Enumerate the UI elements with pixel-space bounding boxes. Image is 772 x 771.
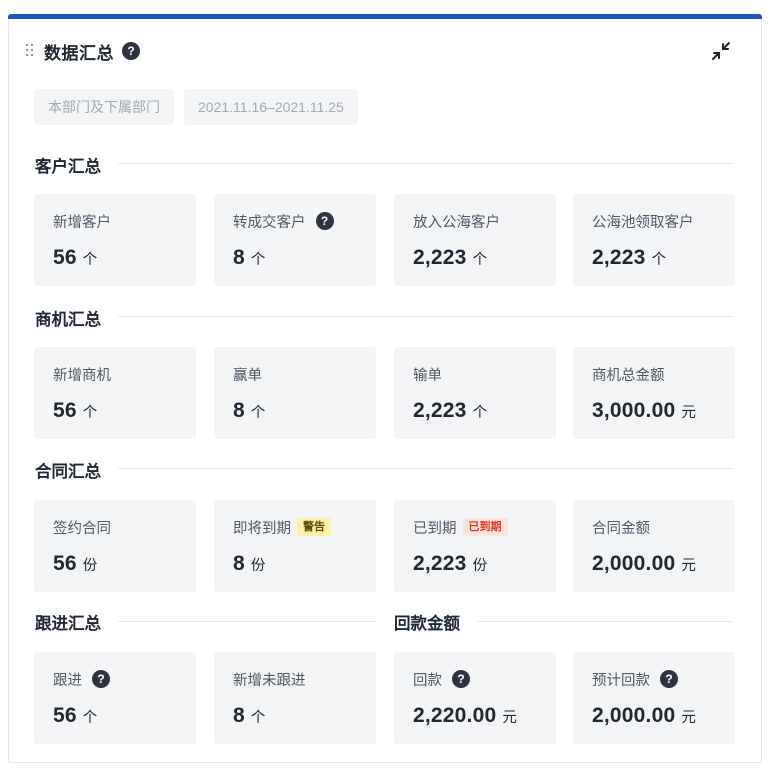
tile-label: 转成交客户 (233, 214, 306, 231)
card-header: 数据汇总 ? (26, 36, 140, 66)
tile-unit: 个 (250, 405, 266, 421)
tile-contract-amount: 合同金额 2,000.00 元 (573, 500, 735, 592)
tile-unit: 份 (472, 558, 488, 574)
tile-claimed-from-pool: 公海池领取客户 2,223 个 (573, 194, 735, 286)
tile-unit: 个 (82, 252, 98, 268)
tile-value: 8 (233, 704, 245, 727)
tile-label: 已到期 (413, 520, 457, 537)
section-divider (118, 621, 376, 622)
help-icon[interactable]: ? (92, 670, 110, 688)
tile-value: 8 (233, 246, 245, 269)
tile-unit: 元 (681, 558, 696, 574)
tile-value: 8 (233, 552, 245, 575)
tile-value: 56 (53, 552, 77, 575)
warning-badge: 警告 (297, 518, 331, 536)
tile-value: 2,223 (413, 246, 467, 269)
tile-label: 新增商机 (53, 367, 111, 384)
help-icon[interactable]: ? (315, 212, 334, 230)
tile-unit: 个 (82, 405, 98, 421)
tile-unit: 个 (651, 252, 667, 268)
tile-unit: 份 (82, 558, 98, 574)
tile-label: 回款 (413, 672, 442, 689)
tile-unit: 个 (472, 405, 488, 421)
tile-converted-customers: 转成交客户? 8个 (214, 194, 376, 286)
section-divider (118, 163, 734, 164)
tile-value: 8 (233, 399, 245, 422)
tile-signed-contracts: 签约合同 56 份 (34, 500, 196, 592)
tile-label: 赢单 (233, 367, 262, 384)
help-icon[interactable]: ? (122, 42, 140, 60)
department-filter[interactable]: 本部门及下属部门 (34, 89, 174, 125)
tile-unit: 元 (681, 710, 696, 726)
tile-value: 2,223 (413, 552, 467, 575)
tile-released-to-pool: 放入公海客户 2,223 个 (394, 194, 556, 286)
tile-value: 56 (53, 704, 77, 727)
date-range-filter[interactable]: 2021.11.16–2021.11.25 (184, 89, 358, 125)
tile-unit: 个 (250, 710, 266, 726)
tile-label: 合同金额 (592, 520, 650, 537)
tile-label: 跟进 (53, 672, 82, 689)
help-icon[interactable]: ? (660, 670, 678, 688)
section-divider (118, 316, 734, 317)
section-title-payment: 回款金额 (394, 615, 460, 633)
tile-new-opportunities: 新增商机 56 个 (34, 347, 196, 439)
tile-value: 56 (53, 399, 77, 422)
tile-expiring-soon: 即将到期 警告 8份 (214, 500, 376, 592)
help-icon[interactable]: ? (452, 670, 470, 688)
card-accent-bar (8, 14, 762, 19)
tile-label: 即将到期 (233, 520, 291, 537)
tile-value: 56 (53, 246, 77, 269)
tile-value: 2,223 (413, 399, 467, 422)
tile-won: 赢单 8个 (214, 347, 376, 439)
tile-label: 输单 (413, 367, 442, 384)
tile-expected-payments: 预计回款? 2,000.00 元 (573, 652, 735, 744)
tile-expired: 已到期 已到期 2,223 份 (394, 500, 556, 592)
tile-label: 签约合同 (53, 520, 111, 537)
tile-lost: 输单 2,223 个 (394, 347, 556, 439)
section-title-customer: 客户汇总 (35, 158, 101, 176)
expired-badge: 已到期 (462, 518, 508, 536)
tile-label: 新增客户 (53, 214, 111, 231)
tile-new-customers: 新增客户 56 个 (34, 194, 196, 286)
tile-new-not-followed: 新增未跟进 8个 (214, 652, 376, 744)
section-title-contract: 合同汇总 (35, 463, 101, 481)
tile-unit: 元 (681, 405, 696, 421)
tile-unit: 个 (472, 252, 488, 268)
tile-unit: 个 (82, 710, 98, 726)
section-divider (118, 468, 734, 469)
tile-payments: 回款? 2,220.00 元 (394, 652, 556, 744)
tile-unit: 份 (250, 558, 266, 574)
tile-value: 2,220.00 (413, 704, 497, 727)
drag-handle-icon[interactable] (26, 44, 36, 58)
tile-value: 2,223 (592, 246, 646, 269)
tile-value: 2,000.00 (592, 552, 676, 575)
tile-unit: 个 (250, 252, 266, 268)
tile-value: 3,000.00 (592, 399, 676, 422)
section-divider (477, 621, 734, 622)
section-title-opportunity: 商机汇总 (35, 311, 101, 329)
filter-bar: 本部门及下属部门 2021.11.16–2021.11.25 (34, 89, 358, 125)
tile-label: 商机总金额 (592, 367, 665, 384)
tile-label: 预计回款 (592, 672, 650, 689)
tile-label: 放入公海客户 (413, 214, 500, 231)
tile-opportunity-total: 商机总金额 3,000.00 元 (573, 347, 735, 439)
tile-value: 2,000.00 (592, 704, 676, 727)
tile-label: 新增未跟进 (233, 672, 306, 689)
tile-unit: 元 (502, 710, 517, 726)
tile-followups: 跟进? 56 个 (34, 652, 196, 744)
tile-label: 公海池领取客户 (592, 214, 694, 231)
collapse-icon[interactable] (710, 40, 732, 62)
page-title: 数据汇总 (44, 43, 114, 63)
section-title-followup: 跟进汇总 (35, 615, 101, 633)
